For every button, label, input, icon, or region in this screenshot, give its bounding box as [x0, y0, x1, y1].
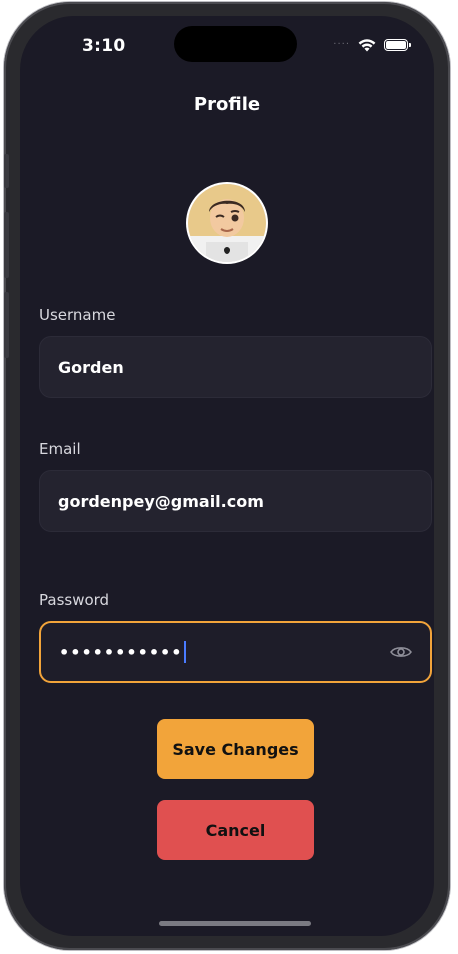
- mute-switch: [4, 154, 9, 188]
- cancel-button[interactable]: Cancel: [157, 800, 314, 860]
- password-label: Password: [39, 591, 110, 609]
- username-value: Gorden: [58, 357, 124, 377]
- status-icons: ····: [333, 38, 411, 52]
- email-value: gordenpey@gmail.com: [58, 491, 264, 511]
- avatar[interactable]: [188, 184, 266, 262]
- password-value: •••••••••••: [59, 642, 183, 662]
- username-field[interactable]: Gorden: [39, 336, 432, 398]
- volume-down-button: [4, 292, 9, 358]
- email-field[interactable]: gordenpey@gmail.com: [39, 470, 432, 532]
- home-indicator[interactable]: [159, 921, 311, 926]
- eye-icon[interactable]: [390, 644, 412, 660]
- phone-frame: 3:10 ···· Profile Username Gorden Email …: [4, 2, 450, 950]
- volume-up-button: [4, 212, 9, 278]
- signal-dots-icon: ····: [333, 39, 350, 50]
- status-time: 3:10: [82, 36, 126, 56]
- email-label: Email: [39, 440, 81, 458]
- text-caret: [183, 641, 186, 663]
- dynamic-island: [174, 26, 297, 62]
- battery-icon: [384, 39, 411, 51]
- username-label: Username: [39, 306, 116, 324]
- memoji-avatar: [188, 184, 266, 262]
- app-screen: 3:10 ···· Profile Username Gorden Email …: [20, 16, 434, 936]
- wifi-icon: [358, 39, 376, 52]
- save-changes-button[interactable]: Save Changes: [157, 719, 314, 779]
- password-field[interactable]: •••••••••••: [39, 621, 432, 683]
- page-title: Profile: [193, 94, 261, 115]
